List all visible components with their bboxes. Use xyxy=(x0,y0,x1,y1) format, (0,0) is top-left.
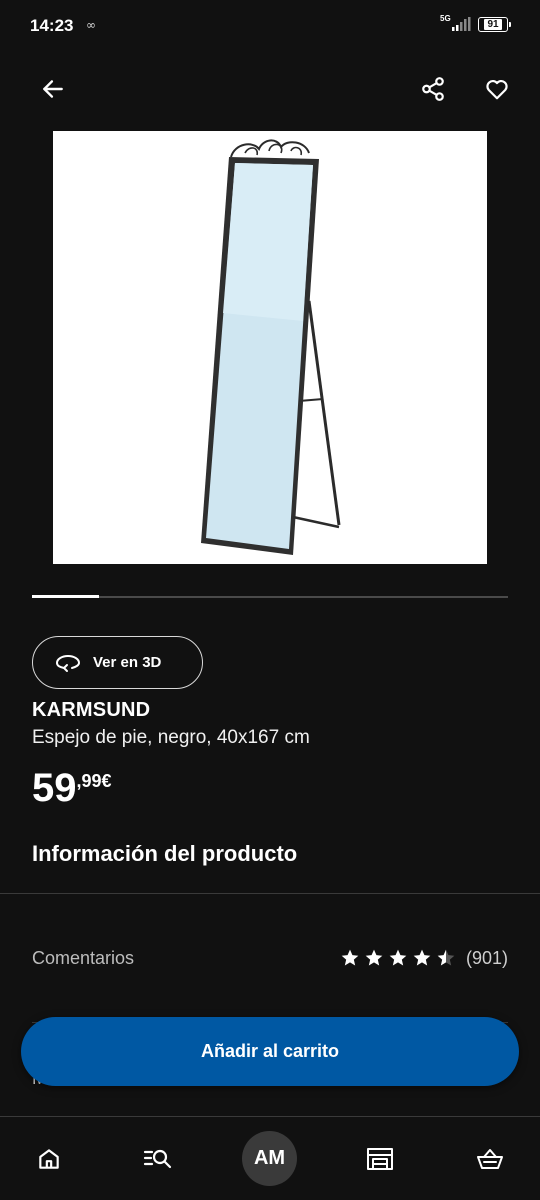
star-full-icon xyxy=(389,949,407,966)
nav-search[interactable] xyxy=(134,1135,182,1183)
share-button[interactable] xyxy=(411,67,455,111)
price-currency: € xyxy=(101,771,112,791)
avatar-initials: AM xyxy=(253,1147,286,1169)
top-nav xyxy=(0,58,540,120)
product-name: KARMSUND xyxy=(32,699,151,721)
review-count: (901) xyxy=(465,947,508,968)
favorite-button[interactable] xyxy=(475,67,519,111)
account-avatar[interactable]: AM xyxy=(242,1131,297,1186)
nav-store[interactable] xyxy=(356,1135,404,1183)
carousel-progress xyxy=(32,595,99,598)
reviews-row[interactable]: Comentarios (901) xyxy=(32,934,508,982)
product-description: Espejo de pie, negro, 40x167 cm xyxy=(32,727,310,748)
battery-level: 91 xyxy=(484,19,502,30)
status-time: 14:23 xyxy=(30,16,74,35)
mirror-illustration xyxy=(201,139,341,555)
network-type: 5G xyxy=(440,14,451,23)
product-price: 59 ,99 € xyxy=(32,765,112,811)
status-bar: 14:23 ∞ 5G 91 xyxy=(0,0,540,52)
store-icon xyxy=(367,1148,393,1170)
vpn-icon: ∞ xyxy=(86,18,96,32)
search-list-icon xyxy=(143,1149,172,1169)
heart-icon xyxy=(486,80,508,100)
product-image[interactable] xyxy=(53,131,487,564)
reviews-summary: (901) xyxy=(340,948,508,969)
view-3d-button[interactable]: Ver en 3D xyxy=(32,636,203,689)
view-3d-label: Ver en 3D xyxy=(93,654,162,671)
rotate-3d-icon xyxy=(56,654,80,672)
add-to-cart-button[interactable]: Añadir al carrito xyxy=(21,1017,519,1086)
signal-icon xyxy=(452,17,471,31)
star-half-icon xyxy=(437,949,455,966)
basket-icon xyxy=(477,1149,503,1169)
product-info-title[interactable]: Información del producto xyxy=(32,841,297,867)
bottom-nav: AM xyxy=(0,1116,540,1200)
share-icon xyxy=(422,77,444,101)
star-full-icon xyxy=(341,949,359,966)
back-button[interactable] xyxy=(31,67,75,111)
price-decimal: ,99 xyxy=(76,771,102,791)
battery-icon: 91 xyxy=(478,17,511,32)
price-integer: 59 xyxy=(32,766,77,810)
reviews-label: Comentarios xyxy=(32,947,135,968)
nav-home[interactable] xyxy=(25,1135,73,1183)
divider xyxy=(0,893,540,894)
rating-stars xyxy=(340,948,456,968)
star-full-icon xyxy=(413,949,431,966)
nav-basket[interactable] xyxy=(466,1135,514,1183)
image-carousel-indicator xyxy=(32,595,508,598)
add-to-cart-label: Añadir al carrito xyxy=(200,1041,340,1061)
arrow-left-icon xyxy=(43,80,63,98)
home-icon xyxy=(39,1149,59,1169)
star-full-icon xyxy=(365,949,383,966)
